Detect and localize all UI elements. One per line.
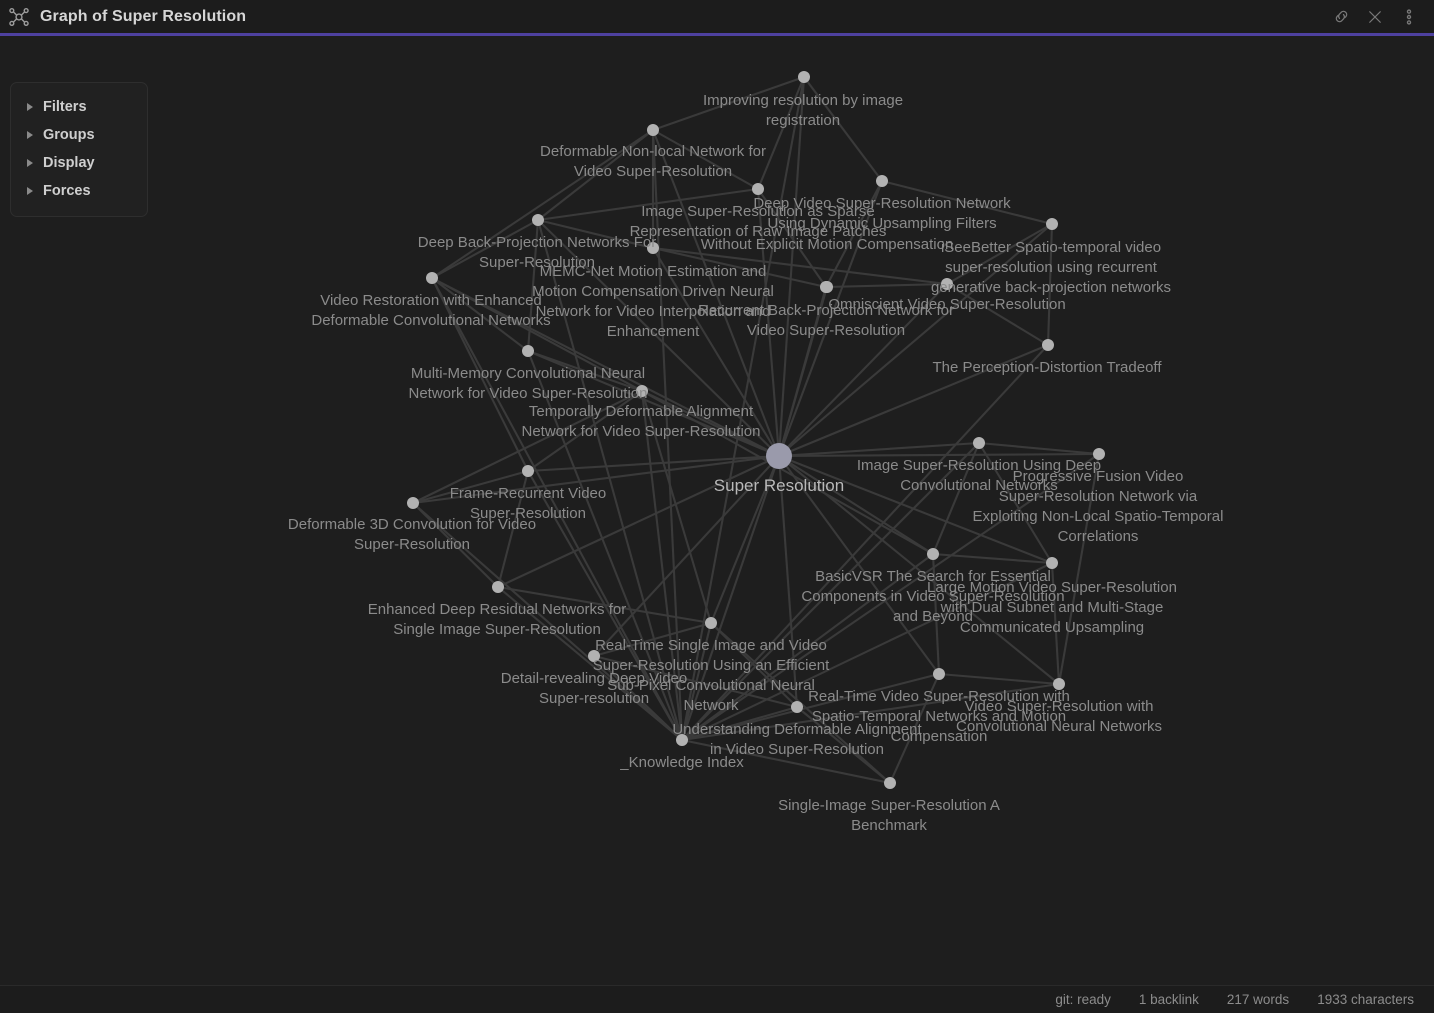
graph-node-center[interactable] — [766, 443, 792, 469]
control-group-forces[interactable]: Forces — [11, 177, 147, 205]
graph-node-label: BasicVSR The Search for Essential Compone… — [801, 568, 1064, 625]
graph-node[interactable] — [884, 777, 896, 789]
graph-node-label: Omniscient Video Super-Resolution — [828, 296, 1065, 313]
graph-node-label: Temporally Deformable Alignment Network f… — [521, 403, 760, 440]
chevron-right-icon — [27, 131, 33, 139]
graph-node[interactable] — [752, 183, 764, 195]
status-char-count[interactable]: 1933 characters — [1317, 992, 1414, 1007]
graph-label-layer: Super Resolution Improving resolution by … — [288, 92, 1224, 834]
link-icon[interactable] — [1326, 4, 1356, 30]
graph-node[interactable] — [820, 281, 832, 293]
graph-node[interactable] — [522, 345, 534, 357]
graph-node-label: Single-Image Super-Resolution A Benchmark — [778, 797, 1000, 834]
control-group-label: Groups — [43, 127, 95, 143]
graph-node-label: Improving resolution by image registratio… — [703, 92, 903, 129]
control-group-label: Display — [43, 155, 95, 171]
control-group-display[interactable]: Display — [11, 149, 147, 177]
graph-edge — [938, 672, 1060, 686]
status-bar: git: ready 1 backlink 217 words 1933 cha… — [0, 985, 1434, 1013]
graph-node[interactable] — [407, 497, 419, 509]
control-group-filters[interactable]: Filters — [11, 93, 147, 121]
graph-edge — [778, 452, 1100, 458]
graph-node[interactable] — [927, 548, 939, 560]
chevron-right-icon — [27, 103, 33, 111]
chevron-right-icon — [27, 159, 33, 167]
graph-node-label: Understanding Deformable Alignment in Vid… — [672, 721, 922, 758]
graph-node-label: The Perception-Distortion Tradeoff — [932, 359, 1162, 376]
more-options-icon[interactable] — [1394, 4, 1424, 30]
graph-node[interactable] — [798, 71, 810, 83]
graph-view-window: Graph of Super Resolution Filters Groups… — [0, 0, 1434, 1013]
graph-node[interactable] — [973, 437, 985, 449]
window-titlebar: Graph of Super Resolution — [0, 0, 1434, 36]
graph-node[interactable] — [426, 272, 438, 284]
graph-node-label: Super Resolution — [714, 476, 844, 495]
graph-node[interactable] — [522, 465, 534, 477]
control-group-label: Forces — [43, 183, 91, 199]
graph-node[interactable] — [492, 581, 504, 593]
graph-node[interactable] — [876, 175, 888, 187]
graph-edge — [527, 454, 780, 473]
control-group-groups[interactable]: Groups — [11, 121, 147, 149]
graph-node-label: Video Restoration with Enhanced Deformabl… — [311, 292, 550, 329]
status-word-count[interactable]: 217 words — [1227, 992, 1289, 1007]
control-group-label: Filters — [43, 99, 87, 115]
graph-node-label: iSeeBetter Spatio-temporal video super-re… — [931, 239, 1171, 296]
graph-node[interactable] — [705, 617, 717, 629]
graph-node-label: Enhanced Deep Residual Networks for Singl… — [368, 601, 626, 638]
graph-node-label: _Knowledge Index — [619, 754, 744, 771]
status-backlinks[interactable]: 1 backlink — [1139, 992, 1199, 1007]
chevron-right-icon — [27, 187, 33, 195]
graph-controls-panel: Filters Groups Display Forces — [10, 82, 148, 217]
graph-node-label: Multi-Memory Convolutional Neural Network… — [408, 365, 647, 402]
graph-canvas[interactable]: Filters Groups Display Forces Super Reso… — [0, 36, 1434, 985]
graph-node[interactable] — [1042, 339, 1054, 351]
graph-view-icon — [8, 6, 30, 28]
graph-node[interactable] — [532, 214, 544, 226]
graph-node-label: Without Explicit Motion Compensation — [701, 236, 954, 253]
graph-node-label: Large Motion Video Super-Resolution with … — [927, 579, 1177, 636]
close-icon[interactable] — [1360, 4, 1390, 30]
force-graph[interactable]: Super Resolution Improving resolution by … — [0, 36, 1434, 985]
graph-node-label: Deformable 3D Convolution for Video Super… — [288, 516, 536, 553]
graph-node[interactable] — [1046, 218, 1058, 230]
graph-node[interactable] — [933, 668, 945, 680]
graph-node[interactable] — [791, 701, 803, 713]
graph-edge — [978, 441, 1100, 456]
status-git[interactable]: git: ready — [1055, 992, 1111, 1007]
page-title: Graph of Super Resolution — [40, 7, 247, 25]
graph-node[interactable] — [647, 124, 659, 136]
